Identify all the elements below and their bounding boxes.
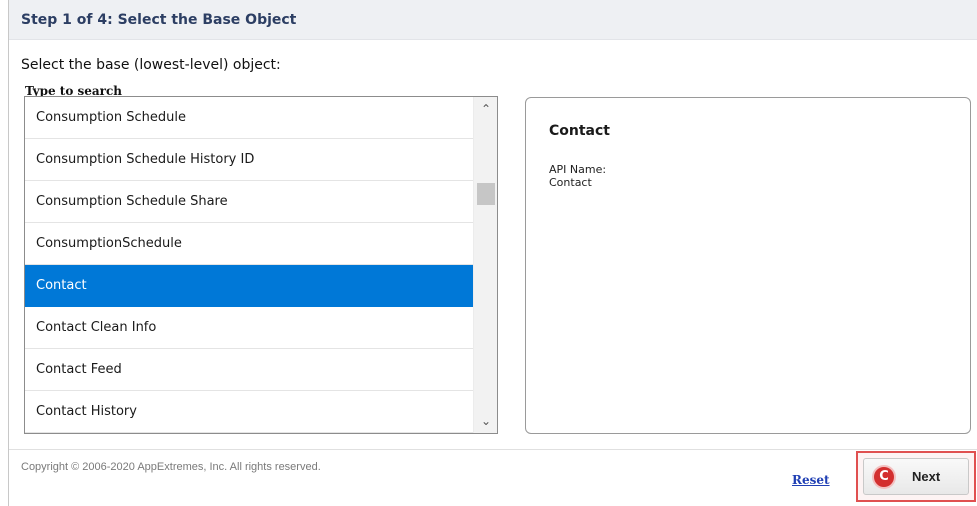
list-item-contact-clean-info[interactable]: Contact Clean Info: [25, 307, 473, 349]
object-listbox[interactable]: Consumption Schedule Consumption Schedul…: [24, 96, 498, 434]
object-detail-panel: Contact API Name: Contact: [525, 97, 971, 434]
conga-logo-icon: C: [872, 465, 896, 489]
scrollbar-thumb[interactable]: [477, 183, 495, 205]
reset-link[interactable]: Reset: [792, 473, 830, 487]
list-item-consumptionschedule[interactable]: ConsumptionSchedule: [25, 223, 473, 265]
list-item-contact-history[interactable]: Contact History: [25, 391, 473, 433]
wizard-frame: Step 1 of 4: Select the Base Object Sele…: [8, 0, 977, 506]
api-name-label: API Name:: [549, 163, 607, 176]
detail-object-title: Contact: [549, 123, 610, 139]
next-button-highlight: C Next: [856, 451, 976, 502]
list-scrollbar[interactable]: ⌃ ⌄: [473, 97, 497, 433]
list-item-consumption-schedule-history-id[interactable]: Consumption Schedule History ID: [25, 139, 473, 181]
copyright-text: Copyright © 2006-2020 AppExtremes, Inc. …: [21, 461, 321, 473]
instruction-text: Select the base (lowest-level) object:: [21, 57, 281, 73]
list-item-contact-selected[interactable]: Contact: [25, 265, 473, 307]
chevron-up-icon[interactable]: ⌃: [474, 99, 497, 119]
list-item-contact-feed[interactable]: Contact Feed: [25, 349, 473, 391]
next-button-label: Next: [912, 469, 941, 484]
chevron-down-icon[interactable]: ⌄: [474, 411, 497, 431]
footer-divider: [9, 449, 977, 450]
next-button[interactable]: C Next: [863, 458, 969, 495]
api-name-value: Contact: [549, 176, 592, 189]
wizard-header: Step 1 of 4: Select the Base Object: [9, 0, 977, 40]
list-item-consumption-schedule[interactable]: Consumption Schedule: [25, 97, 473, 139]
object-list: Consumption Schedule Consumption Schedul…: [25, 97, 473, 433]
step-title: Step 1 of 4: Select the Base Object: [21, 12, 297, 28]
list-item-consumption-schedule-share[interactable]: Consumption Schedule Share: [25, 181, 473, 223]
